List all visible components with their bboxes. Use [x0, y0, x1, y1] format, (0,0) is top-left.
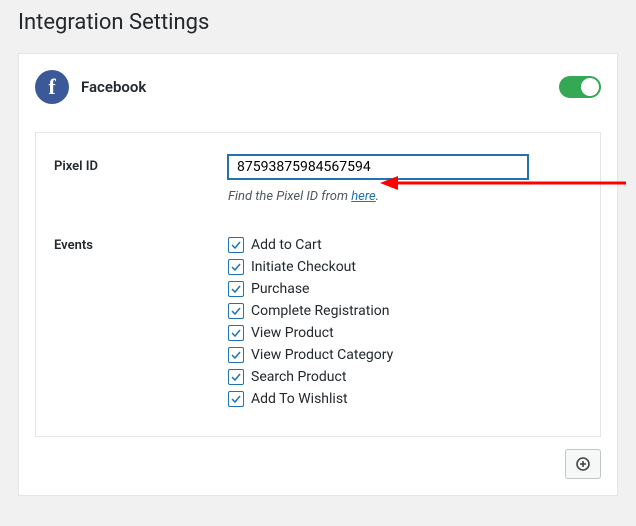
event-checkbox[interactable] — [228, 325, 244, 341]
hint-link[interactable]: here — [351, 189, 375, 204]
checkmark-icon — [230, 239, 242, 251]
page-title: Integration Settings — [0, 0, 636, 53]
enable-toggle[interactable] — [559, 76, 601, 98]
hint-prefix: Find the Pixel ID from — [228, 189, 351, 204]
event-checkbox[interactable] — [228, 369, 244, 385]
checkmark-icon — [230, 283, 242, 295]
checkmark-icon — [230, 261, 242, 273]
event-item: View Product Category — [228, 344, 582, 366]
event-item: Add To Wishlist — [228, 388, 582, 410]
facebook-icon: f — [35, 70, 69, 104]
plus-circle-icon — [575, 456, 591, 472]
checkmark-icon — [230, 305, 242, 317]
event-item: View Product — [228, 322, 582, 344]
card-header: f Facebook — [35, 70, 601, 104]
event-item: Add to Cart — [228, 234, 582, 256]
add-button[interactable] — [565, 449, 601, 479]
event-checkbox[interactable] — [228, 347, 244, 363]
pixel-id-hint: Find the Pixel ID from here. — [228, 189, 582, 204]
event-label[interactable]: Complete Registration — [251, 300, 389, 322]
event-label[interactable]: Add to Cart — [251, 234, 322, 256]
checkmark-icon — [230, 327, 242, 339]
hint-suffix: . — [376, 189, 379, 204]
event-checkbox[interactable] — [228, 237, 244, 253]
event-label[interactable]: Add To Wishlist — [251, 388, 348, 410]
event-label[interactable]: View Product — [251, 322, 334, 344]
event-label[interactable]: Search Product — [251, 366, 346, 388]
pixel-id-label: Pixel ID — [54, 155, 228, 174]
checkmark-icon — [230, 349, 242, 361]
event-item: Complete Registration — [228, 300, 582, 322]
provider-name: Facebook — [81, 78, 146, 96]
settings-panel: Pixel ID Find the Pixel ID from here. Ev… — [35, 132, 601, 437]
event-label[interactable]: View Product Category — [251, 344, 393, 366]
pixel-id-input[interactable] — [228, 155, 528, 179]
event-checkbox[interactable] — [228, 303, 244, 319]
event-item: Search Product — [228, 366, 582, 388]
events-label: Events — [54, 234, 228, 253]
event-checkbox[interactable] — [228, 391, 244, 407]
event-item: Initiate Checkout — [228, 256, 582, 278]
event-label[interactable]: Purchase — [251, 278, 309, 300]
event-checkbox[interactable] — [228, 281, 244, 297]
event-item: Purchase — [228, 278, 582, 300]
events-list: Add to CartInitiate CheckoutPurchaseComp… — [228, 234, 582, 410]
event-label[interactable]: Initiate Checkout — [251, 256, 356, 278]
event-checkbox[interactable] — [228, 259, 244, 275]
checkmark-icon — [230, 371, 242, 383]
integration-card: f Facebook Pixel ID Find the Pixel ID fr… — [18, 53, 618, 496]
checkmark-icon — [230, 393, 242, 405]
